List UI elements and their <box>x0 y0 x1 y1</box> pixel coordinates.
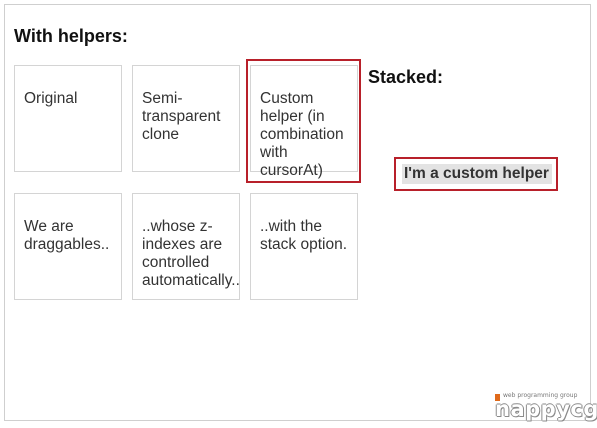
box-text-line: clone <box>142 126 180 143</box>
box-text-line: ..whose z- <box>142 218 213 235</box>
box-text-line: Original <box>24 90 78 107</box>
draggable-semi-transparent-clone[interactable]: Semi- transparent clone <box>132 65 240 172</box>
box-text-line: Custom <box>260 90 314 107</box>
draggable-original[interactable]: Original <box>14 65 122 172</box>
draggable-stack-3[interactable]: ..with the stack option. <box>250 193 358 300</box>
draggable-custom-helper[interactable]: Custom helper (in combination with curso… <box>250 65 358 179</box>
box-text-line: stack option. <box>260 236 348 253</box>
box-text-line: cursorAt) <box>260 162 323 179</box>
box-text-line: We are <box>24 218 74 235</box>
nappycgi-logo: web programming group nappycgi <box>495 392 597 420</box>
draggable-stack-2[interactable]: ..whose z- indexes are controlled automa… <box>132 193 240 300</box>
box-text-line: controlled <box>142 254 210 271</box>
custom-helper-highlight: I'm a custom helper <box>394 157 558 191</box>
stacked-heading: Stacked: <box>368 67 444 87</box>
with-helpers-heading: With helpers: <box>14 26 128 46</box>
box-text-line: helper (in <box>260 108 325 125</box>
box-text-line: combination <box>260 126 344 143</box>
logo-wordmark: nappycgi <box>495 397 597 421</box>
box-text-line: ..with the <box>260 218 323 235</box>
draggable-stack-1[interactable]: We are draggables.. <box>14 193 122 300</box>
box-text-line: automatically.. <box>142 272 240 289</box>
box-text-line: draggables.. <box>24 236 110 253</box>
box-text-line: with <box>260 144 288 161</box>
box-text-line: transparent <box>142 108 221 125</box>
custom-helper-element[interactable]: I'm a custom helper <box>402 164 552 184</box>
box-text-line: indexes are <box>142 236 223 253</box>
box-text-line: Semi- <box>142 90 183 107</box>
